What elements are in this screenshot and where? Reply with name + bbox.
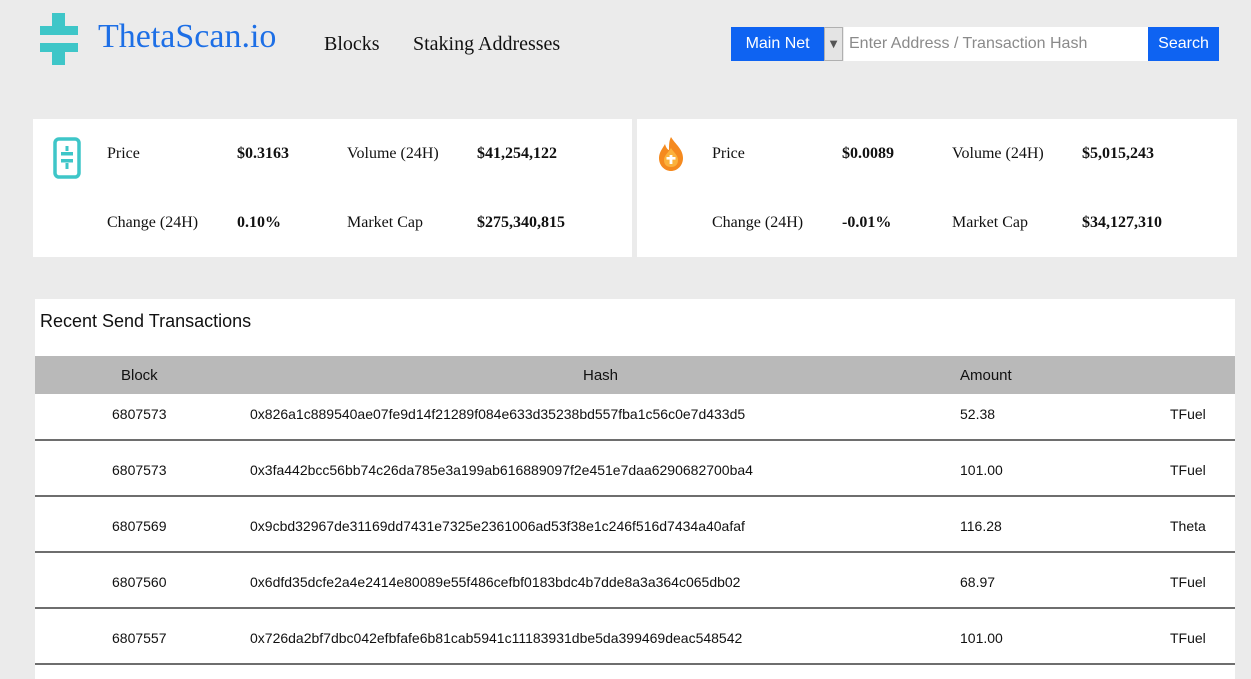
row-amount: 68.97 (960, 574, 996, 590)
nav-staking-addresses[interactable]: Staking Addresses (413, 33, 560, 56)
tfuel-change-value: -0.01% (842, 214, 892, 231)
recent-transactions-panel: Recent Send Transactions Block Hash Amou… (35, 299, 1235, 679)
tfuel-flame-icon (659, 137, 683, 171)
thetascan-logo-icon (40, 13, 78, 65)
brand-title[interactable]: ThetaScan.io (98, 18, 276, 56)
column-header-hash: Hash (583, 367, 619, 384)
network-select-label: Main Net (731, 27, 825, 61)
theta-market-cap-label: Market Cap (347, 214, 423, 231)
theta-logo-icon (53, 137, 81, 179)
network-select[interactable]: Main Net ▼ (731, 27, 843, 61)
tfuel-market-cap-value: $34,127,310 (1082, 214, 1162, 231)
table-row[interactable]: 6807573 0x3fa442bcc56bb74c26da785e3a199a… (35, 441, 1235, 497)
column-header-amount: Amount (960, 367, 1012, 384)
tfuel-price-label: Price (712, 145, 745, 162)
theta-market-cap-value: $275,340,815 (477, 214, 565, 231)
tfuel-price-card: Price $0.0089 Volume (24H) $5,015,243 Ch… (637, 119, 1237, 257)
row-block[interactable]: 6807560 (112, 574, 167, 590)
row-hash[interactable]: 0x9cbd32967de31169dd7431e7325e2361006ad5… (250, 518, 745, 534)
tfuel-change-label: Change (24H) (712, 214, 804, 231)
row-amount: 116.28 (960, 518, 1002, 534)
theta-price-label: Price (107, 145, 140, 162)
row-block[interactable]: 6807557 (112, 630, 167, 646)
theta-price-card: Price $0.3163 Volume (24H) $41,254,122 C… (33, 119, 632, 257)
tfuel-volume-value: $5,015,243 (1082, 145, 1154, 162)
search-input[interactable] (844, 27, 1148, 61)
chevron-down-icon[interactable]: ▼ (824, 27, 843, 61)
theta-volume-label: Volume (24H) (347, 145, 439, 162)
row-amount: 52.38 (960, 406, 996, 422)
transactions-table-header: Block Hash Amount (35, 356, 1235, 394)
table-row[interactable]: 6807560 0x6dfd35dcfe2a4e2414e80089e55f48… (35, 553, 1235, 609)
theta-price-value: $0.3163 (237, 145, 289, 162)
row-currency: TFuel (1170, 406, 1206, 422)
row-currency: TFuel (1170, 630, 1206, 646)
row-hash[interactable]: 0x826a1c889540ae07fe9d14f21289f084e633d3… (250, 406, 745, 422)
theta-volume-value: $41,254,122 (477, 145, 557, 162)
search-button[interactable]: Search (1148, 27, 1219, 61)
theta-change-label: Change (24H) (107, 214, 199, 231)
recent-transactions-title: Recent Send Transactions (40, 311, 252, 331)
row-hash[interactable]: 0x6dfd35dcfe2a4e2414e80089e55f486cefbf01… (250, 574, 740, 590)
row-currency: TFuel (1170, 462, 1206, 478)
nav-blocks[interactable]: Blocks (324, 33, 380, 56)
row-block[interactable]: 6807573 (112, 406, 167, 422)
row-block[interactable]: 6807573 (112, 462, 167, 478)
row-hash[interactable]: 0x3fa442bcc56bb74c26da785e3a199ab6168890… (250, 462, 753, 478)
row-hash[interactable]: 0x726da2bf7dbc042efbfafe6b81cab5941c1118… (250, 630, 742, 646)
row-currency: Theta (1170, 518, 1206, 534)
row-block[interactable]: 6807569 (112, 518, 167, 534)
row-currency: TFuel (1170, 574, 1206, 590)
column-header-block: Block (121, 367, 158, 384)
tfuel-price-value: $0.0089 (842, 145, 894, 162)
table-row[interactable]: 6807569 0x9cbd32967de31169dd7431e7325e23… (35, 497, 1235, 553)
tfuel-volume-label: Volume (24H) (952, 145, 1044, 162)
table-row[interactable]: 6807573 0x826a1c889540ae07fe9d14f21289f0… (35, 394, 1235, 441)
tfuel-market-cap-label: Market Cap (952, 214, 1028, 231)
theta-change-value: 0.10% (237, 214, 281, 231)
row-amount: 101.00 (960, 630, 1003, 646)
row-amount: 101.00 (960, 462, 1003, 478)
table-row[interactable]: 6807557 0x726da2bf7dbc042efbfafe6b81cab5… (35, 609, 1235, 665)
